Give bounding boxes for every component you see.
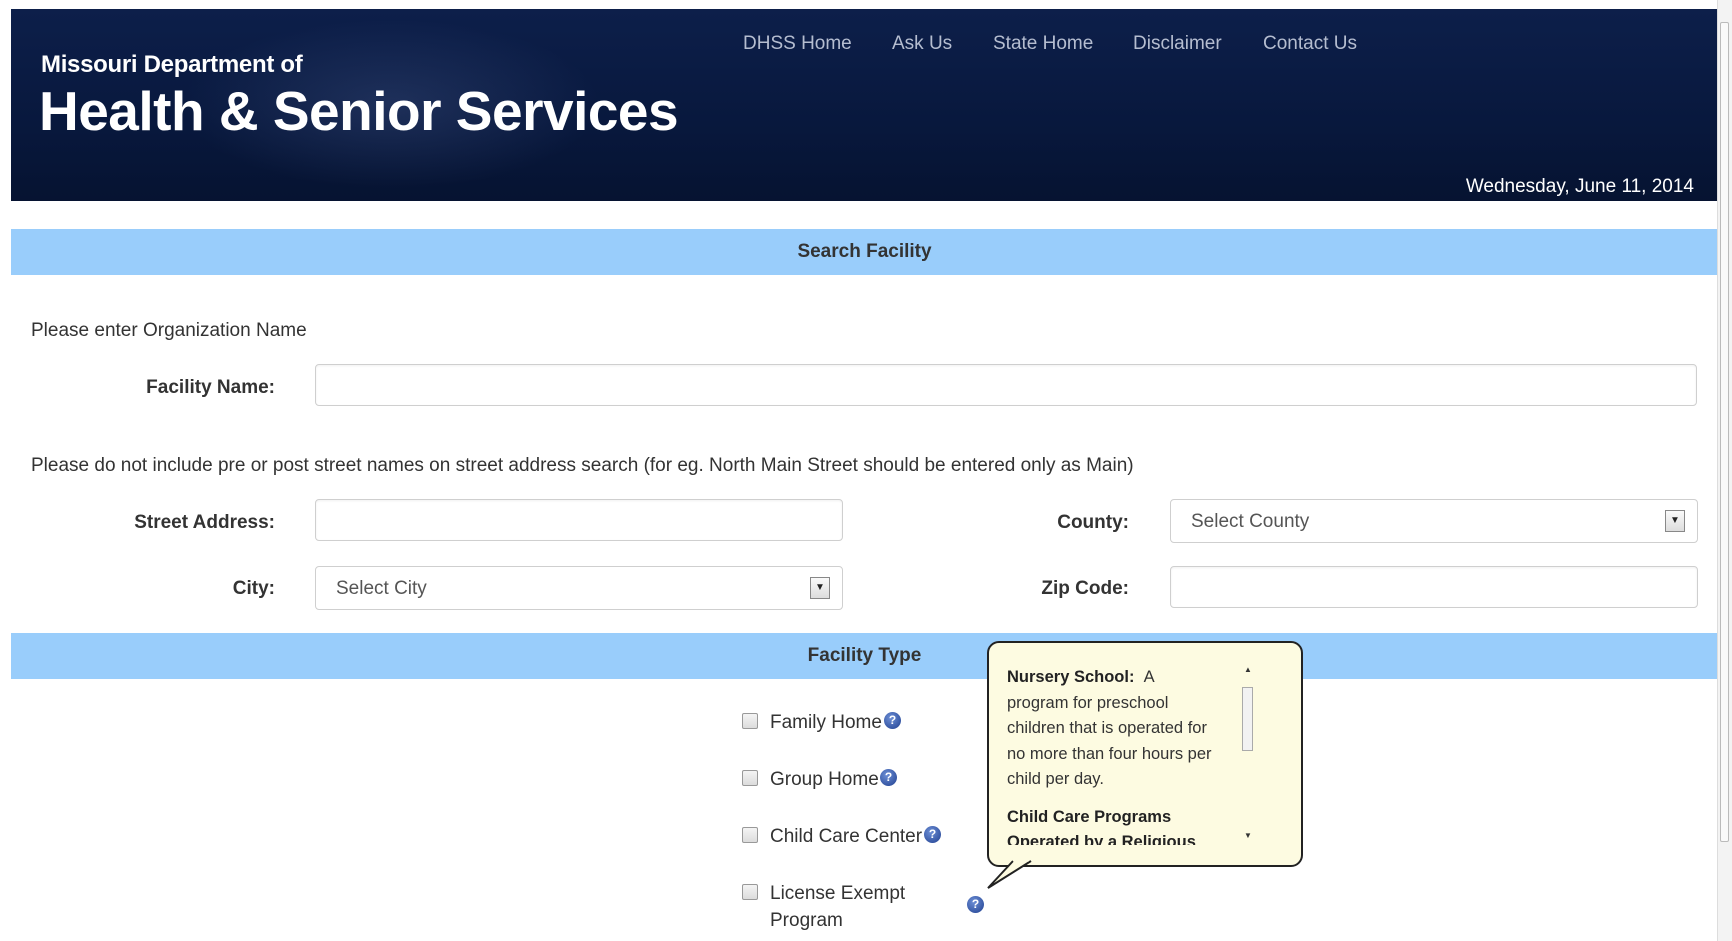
- tooltip-content: Nursery School: A program for preschool …: [1007, 665, 1232, 845]
- facility-type-header: Facility Type: [11, 633, 1718, 679]
- facility-name-input[interactable]: [315, 364, 1697, 406]
- group-home-checkbox[interactable]: [742, 770, 758, 786]
- zip-code-input[interactable]: [1170, 566, 1698, 608]
- license-exempt-label-line2: Program: [770, 910, 843, 931]
- city-select[interactable]: Select City ▼: [315, 566, 843, 610]
- child-care-center-checkbox[interactable]: [742, 827, 758, 843]
- help-question-icon[interactable]: ?: [884, 712, 901, 729]
- tooltip-term-nursery: Nursery School:: [1007, 668, 1135, 686]
- tooltip-text: no more than four hours per: [1007, 744, 1212, 763]
- nav-contact-us[interactable]: Contact Us: [1263, 33, 1357, 55]
- dropdown-arrow-icon: ▼: [1665, 510, 1685, 532]
- site-title: Health & Senior Services: [39, 80, 679, 142]
- nav-ask-us[interactable]: Ask Us: [892, 33, 952, 55]
- tooltip-text: children that is operated for: [1007, 719, 1207, 737]
- tooltip-text: A: [1143, 668, 1155, 686]
- tooltip-text: program for preschool: [1007, 693, 1169, 712]
- tooltip-term-religious-cont: Operated by a Religious: [1007, 833, 1196, 845]
- county-select[interactable]: Select County ▼: [1170, 499, 1698, 543]
- scroll-down-icon[interactable]: ▼: [1241, 831, 1255, 840]
- help-tooltip: Nursery School: A program for preschool …: [987, 641, 1303, 867]
- family-home-label: Family Home: [770, 712, 882, 733]
- tooltip-scroll-thumb[interactable]: [1242, 687, 1253, 751]
- tooltip-term-religious: Child Care Programs: [1007, 807, 1172, 826]
- street-hint: Please do not include pre or post street…: [31, 455, 1134, 476]
- org-name-hint: Please enter Organization Name: [31, 320, 307, 341]
- nav-dhss-home[interactable]: DHSS Home: [743, 33, 852, 55]
- license-exempt-label: License Exempt: [770, 883, 906, 904]
- page-scrollbar[interactable]: [1717, 0, 1732, 941]
- nav-disclaimer[interactable]: Disclaimer: [1133, 33, 1222, 55]
- search-facility-header: Search Facility: [11, 229, 1718, 275]
- nav-state-home[interactable]: State Home: [993, 33, 1093, 55]
- help-question-icon[interactable]: ?: [967, 896, 984, 913]
- city-select-value: Select City: [336, 578, 427, 599]
- facility-name-label: Facility Name:: [146, 377, 275, 398]
- county-label: County:: [1057, 512, 1129, 533]
- city-label: City:: [232, 578, 275, 599]
- site-header: Missouri Department of Health & Senior S…: [11, 9, 1718, 201]
- group-home-label: Group Home: [770, 769, 879, 790]
- street-address-label: Street Address:: [134, 512, 275, 533]
- scroll-up-icon[interactable]: ▲: [1241, 665, 1255, 674]
- county-select-value: Select County: [1191, 511, 1310, 532]
- tooltip-text: child per day.: [1007, 770, 1104, 788]
- family-home-checkbox[interactable]: [742, 713, 758, 729]
- license-exempt-checkbox[interactable]: [742, 884, 758, 900]
- help-question-icon[interactable]: ?: [924, 826, 941, 843]
- tooltip-scrollbar[interactable]: ▲ ▼: [1241, 665, 1255, 845]
- page-scroll-thumb[interactable]: [1720, 22, 1729, 842]
- current-date: Wednesday, June 11, 2014: [1465, 176, 1694, 197]
- street-address-input[interactable]: [315, 499, 843, 541]
- dept-line: Missouri Department of: [41, 51, 303, 78]
- zip-code-label: Zip Code:: [1041, 578, 1129, 599]
- help-question-icon[interactable]: ?: [880, 769, 897, 786]
- dropdown-arrow-icon: ▼: [810, 577, 830, 599]
- child-care-center-label: Child Care Center: [770, 826, 923, 847]
- tooltip-tail: [987, 860, 1032, 889]
